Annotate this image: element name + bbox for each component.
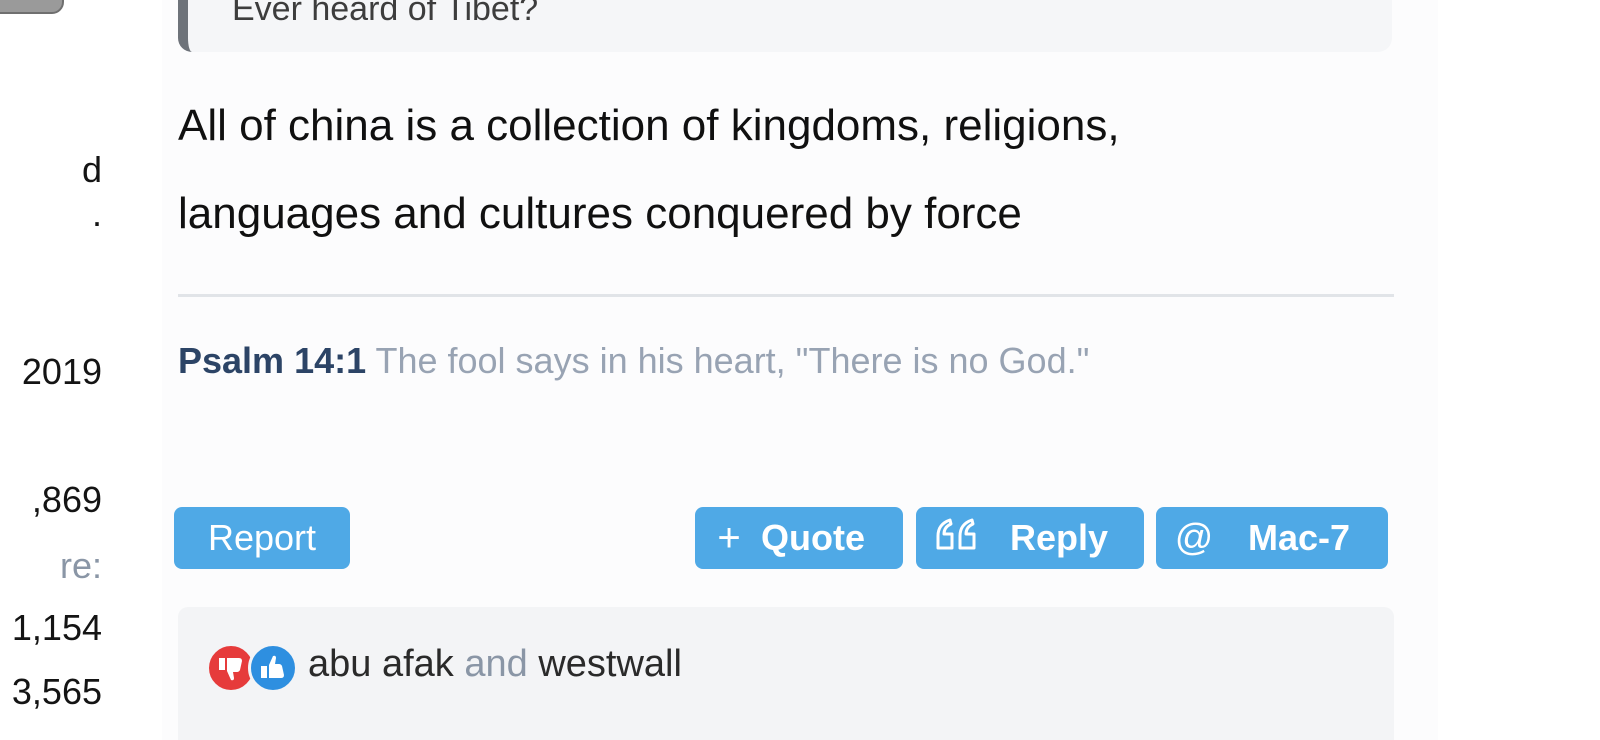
right-gutter — [1438, 0, 1600, 740]
post-message-line: languages and cultures conquered by forc… — [178, 189, 1022, 238]
report-label: Report — [207, 517, 317, 558]
at-icon: @ — [1174, 516, 1214, 559]
user-info-column: d . 2019 ,869 re: 1,154 3,565 — [0, 0, 160, 740]
quote-marks-icon — [934, 516, 980, 561]
forum-post-view: d . 2019 ,869 re: 1,154 3,565 Ever heard… — [0, 0, 1600, 740]
avatar[interactable] — [0, 0, 64, 14]
quote-label: Quote — [761, 517, 865, 558]
post-message-line: All of china is a collection of kingdoms… — [178, 101, 1120, 150]
points-value: 3,565 — [11, 671, 102, 712]
quoted-text: Ever heard of Tibet? — [232, 0, 539, 28]
plus-icon: + — [717, 515, 741, 560]
reaction-score-label: re: — [59, 545, 102, 586]
quote-button[interactable]: + Quote — [695, 507, 903, 569]
reactions-bar: abu afak and westwall — [178, 607, 1394, 740]
signature: Psalm 14:1 The fool says in his heart, "… — [178, 340, 1089, 382]
report-button[interactable]: Report — [174, 507, 350, 569]
reaction-icons[interactable] — [206, 643, 302, 693]
reaction-user-link[interactable]: westwall — [538, 643, 682, 685]
quote-block: Ever heard of Tibet? — [178, 0, 1392, 52]
reply-label: Reply — [1010, 517, 1109, 558]
user-title-fragment-2: . — [91, 193, 102, 234]
signature-text: The fool says in his heart, "There is no… — [366, 340, 1090, 381]
signature-divider — [178, 294, 1394, 297]
messages-value: ,869 — [31, 479, 102, 520]
thumbs-up-icon — [248, 643, 298, 693]
reply-button[interactable]: Reply — [916, 507, 1144, 569]
user-title-fragment: d — [81, 149, 102, 190]
signature-reference: Psalm 14:1 — [178, 340, 367, 381]
reaction-users: abu afak and westwall — [308, 643, 682, 686]
reaction-user-link[interactable]: abu afak — [308, 643, 454, 685]
joined-value: 2019 — [21, 351, 102, 392]
reaction-score-value: 1,154 — [11, 607, 102, 648]
reaction-conjunction: and — [453, 643, 539, 685]
mention-button[interactable]: @ Mac-7 — [1156, 507, 1388, 569]
mention-label: Mac-7 — [1248, 517, 1351, 558]
post-message: All of china is a collection of kingdoms… — [178, 82, 1388, 258]
